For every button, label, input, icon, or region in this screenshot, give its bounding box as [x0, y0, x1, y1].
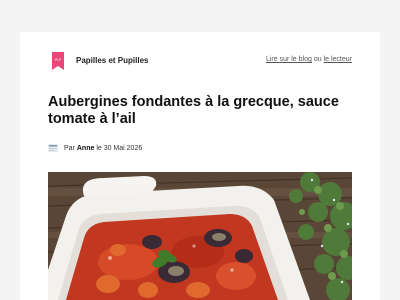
brand-logo-icon[interactable]: PLP — [52, 52, 64, 70]
byline: Par Anne le 30 Mai 2026 — [48, 144, 142, 152]
author-name[interactable]: Anne — [77, 145, 95, 152]
logo-text: PLP — [55, 58, 61, 62]
read-links: Lire sur le blog ou le lecteur — [266, 56, 352, 63]
or-text: ou — [313, 56, 322, 63]
brand-name: Papilles et Pupilles — [76, 56, 149, 65]
publish-date: le 30 Mai 2026 — [96, 144, 143, 152]
dish-photo[interactable] — [48, 172, 352, 300]
article-title[interactable]: Aubergines fondantes à la grecque, sauce… — [48, 94, 348, 128]
email-card: PLP Papilles et Pupilles Lire sur le blo… — [20, 32, 380, 300]
email-header: PLP Papilles et Pupilles Lire sur le blo… — [20, 32, 380, 92]
read-on-blog-link[interactable]: Lire sur le blog — [266, 56, 312, 63]
read-in-reader-link[interactable]: le lecteur — [324, 56, 352, 63]
byline-prefix: Par — [64, 144, 75, 152]
author-avatar-icon — [48, 144, 58, 152]
